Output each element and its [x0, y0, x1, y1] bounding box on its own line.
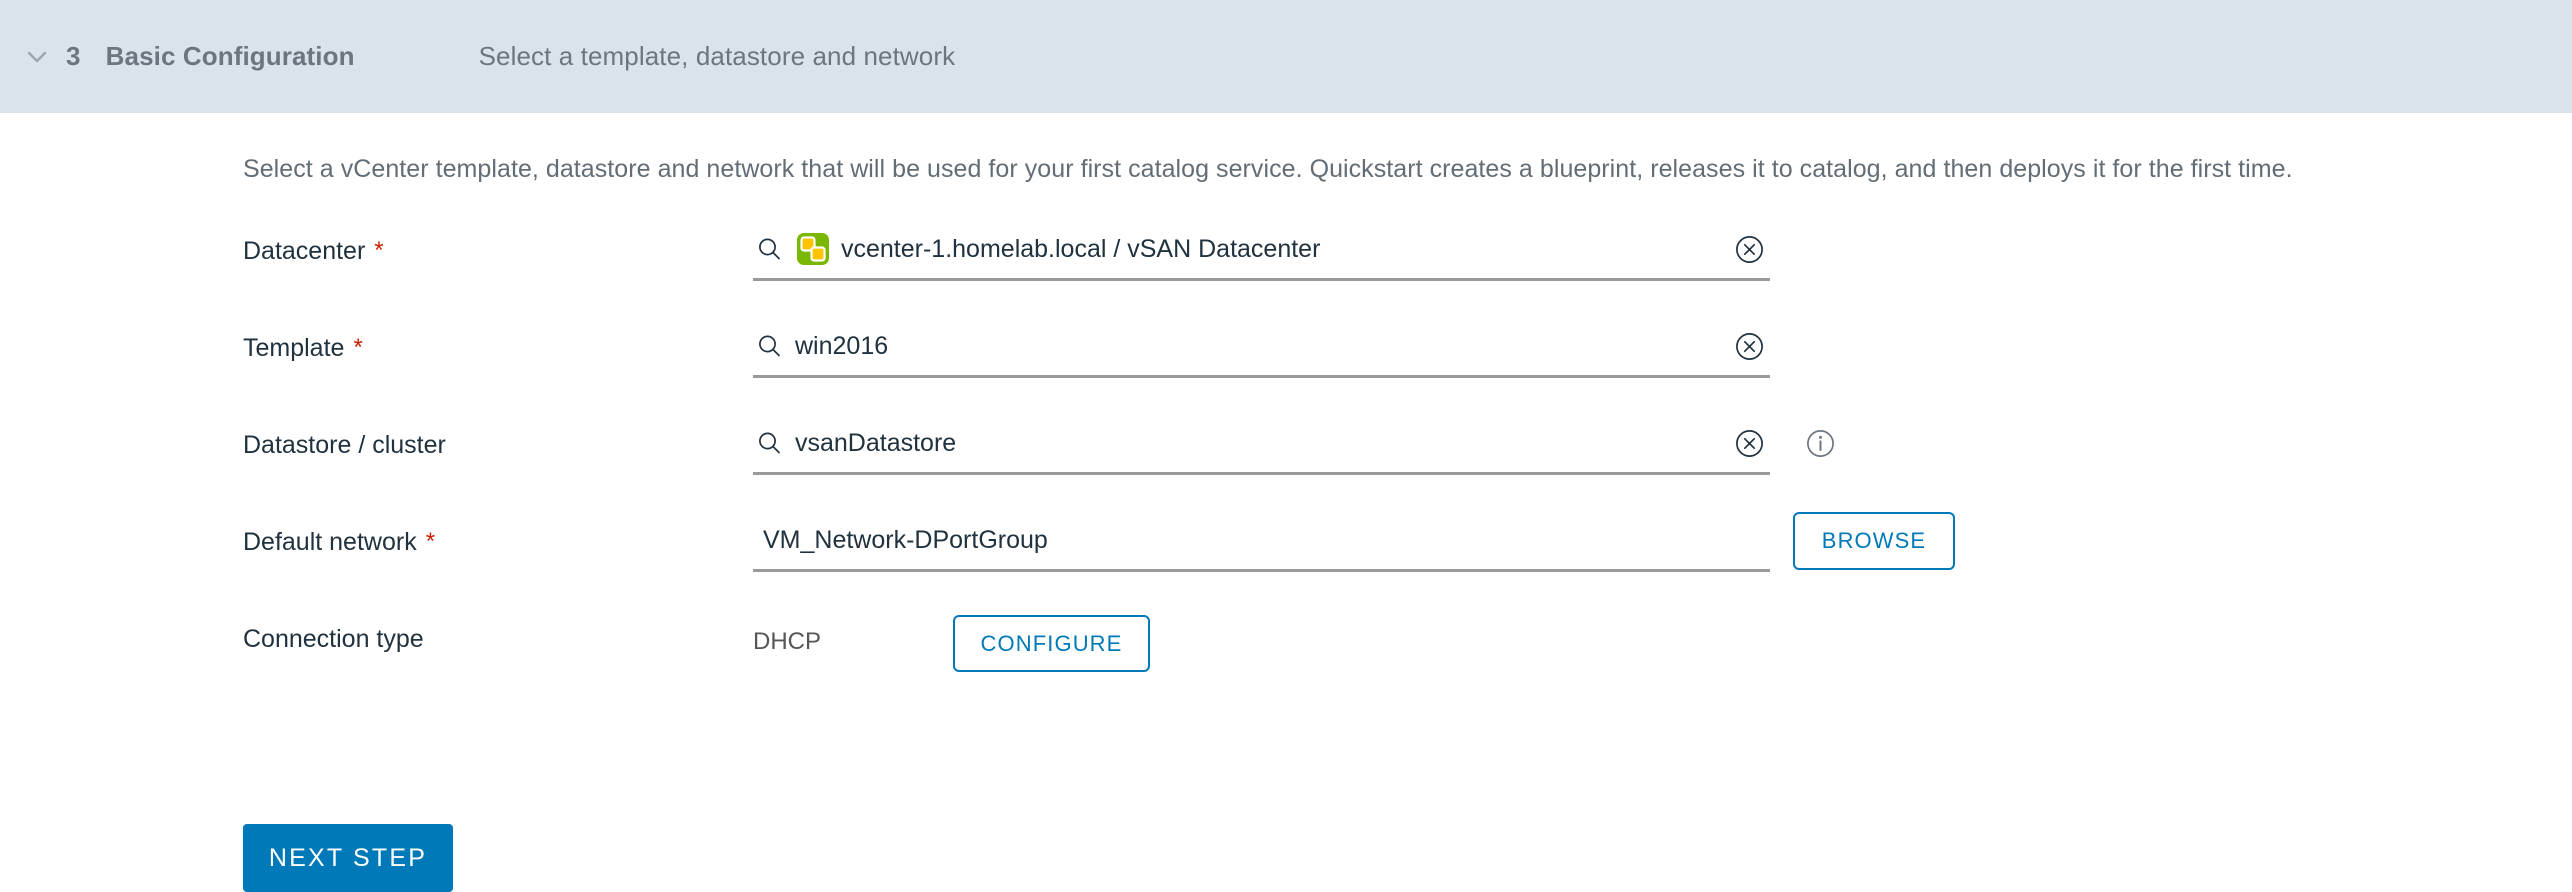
search-icon [755, 332, 785, 362]
default-network-value: VM_Network-DPortGroup [763, 526, 1048, 554]
configure-button[interactable]: CONFIGURE [953, 615, 1150, 672]
label-connection-type-text: Connection type [243, 625, 424, 653]
connection-type-value: DHCP [753, 628, 822, 655]
required-asterisk: * [374, 237, 384, 264]
default-network-input[interactable]: VM_Network-DPortGroup [753, 514, 1770, 572]
field-underline [753, 278, 1770, 281]
datacenter-value: vcenter-1.homelab.local / vSAN Datacente… [841, 235, 1321, 263]
step-number: 3 [66, 41, 81, 71]
step-subtitle: Select a template, datastore and network [478, 41, 956, 71]
datacenter-input[interactable]: vcenter-1.homelab.local / vSAN Datacente… [753, 223, 1770, 281]
template-input[interactable]: win2016 [753, 320, 1770, 378]
step-description: Select a vCenter template, datastore and… [243, 155, 2293, 183]
vsphere-datacenter-icon [795, 231, 831, 267]
info-circle-icon[interactable] [1804, 427, 1837, 460]
step-title: Basic Configuration [105, 41, 355, 71]
clear-circle-icon[interactable] [1733, 427, 1766, 460]
clear-circle-icon[interactable] [1733, 330, 1766, 363]
next-step-button[interactable]: NEXT STEP [243, 824, 453, 892]
step-content-panel: Select a vCenter template, datastore and… [0, 113, 2572, 892]
datastore-value: vsanDatastore [795, 429, 957, 457]
field-row-default-network: Default network * VM_Network-DPortGroup B… [0, 504, 2572, 601]
browse-button[interactable]: BROWSE [1793, 512, 1955, 570]
basic-configuration-form: Datacenter * vcenter-1.homelab.local / v… [0, 213, 2572, 698]
label-datastore-text: Datastore / cluster [243, 431, 446, 459]
label-datacenter: Datacenter * [243, 237, 384, 266]
field-row-connection-type: Connection type DHCP CONFIGURE [0, 601, 2572, 698]
field-row-datacenter: Datacenter * vcenter-1.homelab.local / v… [0, 213, 2572, 310]
required-asterisk: * [425, 528, 436, 555]
field-row-template: Template * win2016 [0, 310, 2572, 407]
label-default-network-text: Default network [243, 528, 417, 556]
label-template: Template * [243, 334, 363, 363]
template-value: win2016 [795, 332, 889, 360]
label-connection-type: Connection type [243, 625, 424, 654]
step-header[interactable]: 3 Basic Configuration Select a template,… [0, 0, 2572, 113]
label-template-text: Template [243, 334, 345, 362]
required-asterisk: * [353, 334, 363, 361]
field-underline [753, 569, 1770, 572]
search-icon [755, 429, 785, 459]
field-underline [753, 375, 1770, 378]
datastore-input[interactable]: vsanDatastore [753, 417, 1770, 475]
label-datastore: Datastore / cluster [243, 431, 446, 460]
label-datacenter-text: Datacenter [243, 237, 366, 265]
field-underline [753, 472, 1770, 475]
label-default-network: Default network * [243, 528, 435, 557]
search-icon [755, 235, 785, 265]
clear-circle-icon[interactable] [1733, 233, 1766, 266]
field-row-datastore: Datastore / cluster vsanDatastore [0, 407, 2572, 504]
chevron-down-icon[interactable] [22, 42, 52, 72]
